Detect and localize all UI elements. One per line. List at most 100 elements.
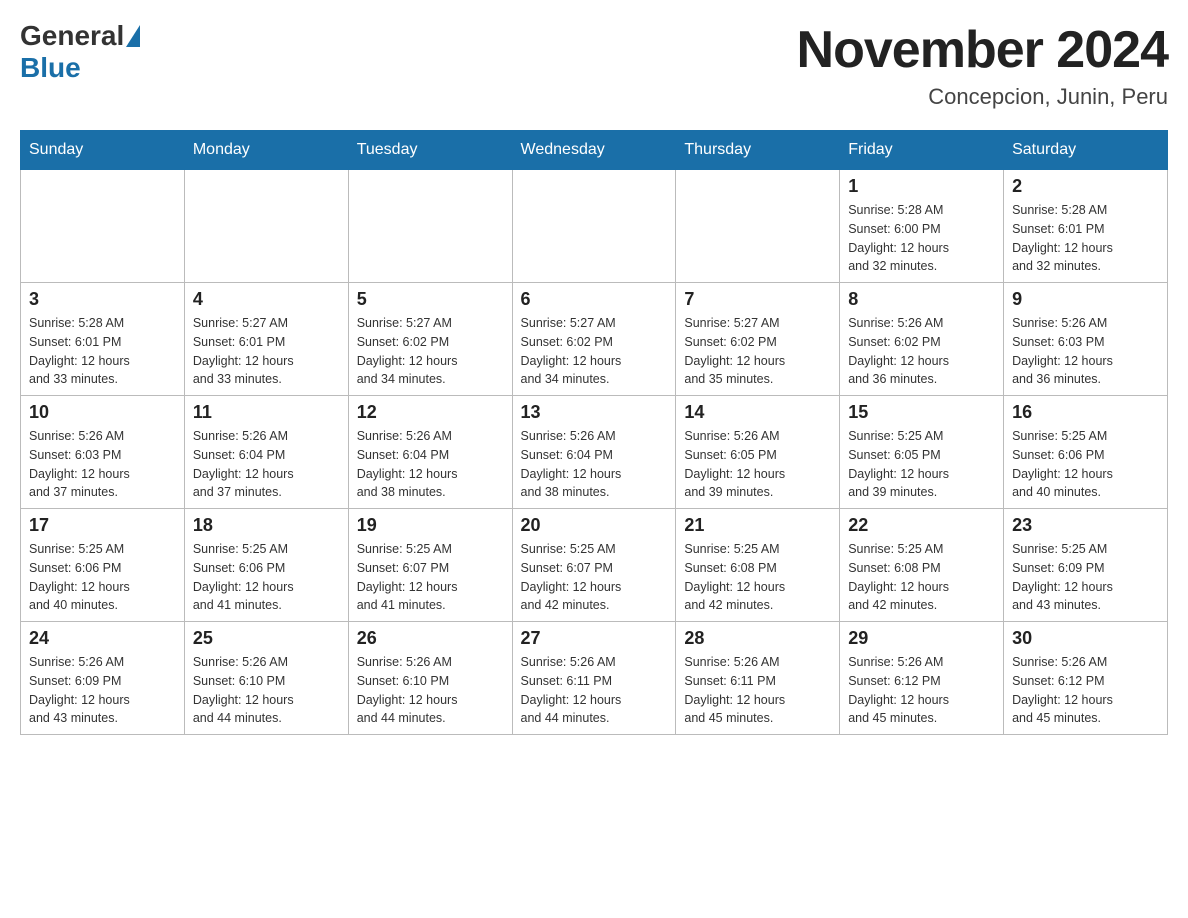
day-number: 11 xyxy=(193,402,340,423)
day-info: Sunrise: 5:26 AMSunset: 6:10 PMDaylight:… xyxy=(357,653,504,728)
logo-blue: Blue xyxy=(20,52,81,84)
day-number: 3 xyxy=(29,289,176,310)
calendar-cell: 10 Sunrise: 5:26 AMSunset: 6:03 PMDayligh… xyxy=(21,396,185,509)
day-number: 20 xyxy=(521,515,668,536)
weekday-header-wednesday: Wednesday xyxy=(512,131,676,170)
calendar-cell: 28Sunrise: 5:26 AMSunset: 6:11 PMDayligh… xyxy=(676,622,840,735)
calendar-cell: 12Sunrise: 5:26 AMSunset: 6:04 PMDayligh… xyxy=(348,396,512,509)
day-info: Sunrise: 5:26 AMSunset: 6:12 PMDaylight:… xyxy=(848,653,995,728)
calendar-cell: 29Sunrise: 5:26 AMSunset: 6:12 PMDayligh… xyxy=(840,622,1004,735)
week-row-2: 3Sunrise: 5:28 AMSunset: 6:01 PMDaylight… xyxy=(21,283,1168,396)
day-info: Sunrise: 5:27 AMSunset: 6:01 PMDaylight:… xyxy=(193,314,340,389)
week-row-4: 17 Sunrise: 5:25 AMSunset: 6:06 PMDayligh… xyxy=(21,509,1168,622)
title-section: November 2024 Concepcion, Junin, Peru xyxy=(797,20,1168,110)
calendar-cell xyxy=(676,170,840,283)
calendar-cell: 21 Sunrise: 5:25 AMSunset: 6:08 PMDayligh… xyxy=(676,509,840,622)
calendar-cell xyxy=(348,170,512,283)
day-info: Sunrise: 5:25 AMSunset: 6:06 PMDaylight:… xyxy=(193,540,340,615)
day-number: 21 xyxy=(684,515,831,536)
day-number: 25 xyxy=(193,628,340,649)
day-info: Sunrise: 5:25 AMSunset: 6:09 PMDaylight:… xyxy=(1012,540,1159,615)
calendar-cell: 4 Sunrise: 5:27 AMSunset: 6:01 PMDaylight… xyxy=(184,283,348,396)
week-row-1: 1 Sunrise: 5:28 AMSunset: 6:00 PMDaylight… xyxy=(21,170,1168,283)
day-number: 6 xyxy=(521,289,668,310)
day-info: Sunrise: 5:25 AMSunset: 6:07 PMDaylight:… xyxy=(521,540,668,615)
day-info: Sunrise: 5:26 AMSunset: 6:03 PMDaylight:… xyxy=(29,427,176,502)
weekday-header-row: SundayMondayTuesdayWednesdayThursdayFrid… xyxy=(21,131,1168,170)
calendar-cell: 9 Sunrise: 5:26 AMSunset: 6:03 PMDaylight… xyxy=(1004,283,1168,396)
month-title: November 2024 xyxy=(797,20,1168,80)
logo-general: General xyxy=(20,20,124,52)
day-number: 27 xyxy=(521,628,668,649)
day-info: Sunrise: 5:26 AMSunset: 6:04 PMDaylight:… xyxy=(193,427,340,502)
calendar-cell: 23Sunrise: 5:25 AMSunset: 6:09 PMDayligh… xyxy=(1004,509,1168,622)
day-number: 9 xyxy=(1012,289,1159,310)
day-number: 1 xyxy=(848,176,995,197)
calendar-cell: 18 Sunrise: 5:25 AMSunset: 6:06 PMDayligh… xyxy=(184,509,348,622)
day-info: Sunrise: 5:26 AMSunset: 6:11 PMDaylight:… xyxy=(521,653,668,728)
day-number: 10 xyxy=(29,402,176,423)
calendar-cell xyxy=(512,170,676,283)
day-info: Sunrise: 5:27 AMSunset: 6:02 PMDaylight:… xyxy=(357,314,504,389)
day-info: Sunrise: 5:25 AMSunset: 6:06 PMDaylight:… xyxy=(29,540,176,615)
weekday-header-sunday: Sunday xyxy=(21,131,185,170)
calendar-cell xyxy=(21,170,185,283)
day-number: 15 xyxy=(848,402,995,423)
day-number: 19 xyxy=(357,515,504,536)
calendar-cell: 14 Sunrise: 5:26 AMSunset: 6:05 PMDayligh… xyxy=(676,396,840,509)
calendar-cell: 25 Sunrise: 5:26 AMSunset: 6:10 PMDayligh… xyxy=(184,622,348,735)
day-number: 7 xyxy=(684,289,831,310)
day-info: Sunrise: 5:28 AMSunset: 6:01 PMDaylight:… xyxy=(1012,201,1159,276)
calendar-cell: 20 Sunrise: 5:25 AMSunset: 6:07 PMDayligh… xyxy=(512,509,676,622)
calendar-cell: 5 Sunrise: 5:27 AMSunset: 6:02 PMDaylight… xyxy=(348,283,512,396)
calendar-cell: 19 Sunrise: 5:25 AMSunset: 6:07 PMDayligh… xyxy=(348,509,512,622)
day-number: 12 xyxy=(357,402,504,423)
day-info: Sunrise: 5:25 AMSunset: 6:05 PMDaylight:… xyxy=(848,427,995,502)
day-number: 18 xyxy=(193,515,340,536)
calendar-cell: 13 Sunrise: 5:26 AMSunset: 6:04 PMDayligh… xyxy=(512,396,676,509)
calendar-cell: 26Sunrise: 5:26 AMSunset: 6:10 PMDayligh… xyxy=(348,622,512,735)
week-row-5: 24Sunrise: 5:26 AMSunset: 6:09 PMDayligh… xyxy=(21,622,1168,735)
calendar-cell: 16Sunrise: 5:25 AMSunset: 6:06 PMDayligh… xyxy=(1004,396,1168,509)
calendar-cell: 30Sunrise: 5:26 AMSunset: 6:12 PMDayligh… xyxy=(1004,622,1168,735)
day-info: Sunrise: 5:26 AMSunset: 6:10 PMDaylight:… xyxy=(193,653,340,728)
weekday-header-friday: Friday xyxy=(840,131,1004,170)
day-info: Sunrise: 5:26 AMSunset: 6:03 PMDaylight:… xyxy=(1012,314,1159,389)
day-number: 4 xyxy=(193,289,340,310)
calendar-table: SundayMondayTuesdayWednesdayThursdayFrid… xyxy=(20,130,1168,735)
day-info: Sunrise: 5:25 AMSunset: 6:07 PMDaylight:… xyxy=(357,540,504,615)
day-number: 24 xyxy=(29,628,176,649)
weekday-header-monday: Monday xyxy=(184,131,348,170)
calendar-cell: 2Sunrise: 5:28 AMSunset: 6:01 PMDaylight… xyxy=(1004,170,1168,283)
day-info: Sunrise: 5:25 AMSunset: 6:06 PMDaylight:… xyxy=(1012,427,1159,502)
day-info: Sunrise: 5:27 AMSunset: 6:02 PMDaylight:… xyxy=(684,314,831,389)
logo-triangle-icon xyxy=(126,25,140,47)
day-number: 5 xyxy=(357,289,504,310)
day-info: Sunrise: 5:25 AMSunset: 6:08 PMDaylight:… xyxy=(684,540,831,615)
weekday-header-tuesday: Tuesday xyxy=(348,131,512,170)
calendar-cell: 3Sunrise: 5:28 AMSunset: 6:01 PMDaylight… xyxy=(21,283,185,396)
calendar-cell: 11 Sunrise: 5:26 AMSunset: 6:04 PMDayligh… xyxy=(184,396,348,509)
page-header: General Blue November 2024 Concepcion, J… xyxy=(20,20,1168,110)
day-number: 13 xyxy=(521,402,668,423)
logo: General Blue xyxy=(20,20,142,84)
day-number: 17 xyxy=(29,515,176,536)
calendar-cell: 27 Sunrise: 5:26 AMSunset: 6:11 PMDayligh… xyxy=(512,622,676,735)
day-info: Sunrise: 5:26 AMSunset: 6:05 PMDaylight:… xyxy=(684,427,831,502)
weekday-header-thursday: Thursday xyxy=(676,131,840,170)
calendar-cell: 17 Sunrise: 5:25 AMSunset: 6:06 PMDayligh… xyxy=(21,509,185,622)
day-info: Sunrise: 5:26 AMSunset: 6:12 PMDaylight:… xyxy=(1012,653,1159,728)
day-number: 22 xyxy=(848,515,995,536)
day-number: 14 xyxy=(684,402,831,423)
calendar-cell: 15 Sunrise: 5:25 AMSunset: 6:05 PMDayligh… xyxy=(840,396,1004,509)
day-number: 8 xyxy=(848,289,995,310)
week-row-3: 10 Sunrise: 5:26 AMSunset: 6:03 PMDayligh… xyxy=(21,396,1168,509)
location-subtitle: Concepcion, Junin, Peru xyxy=(797,84,1168,110)
calendar-cell xyxy=(184,170,348,283)
calendar-cell: 6 Sunrise: 5:27 AMSunset: 6:02 PMDaylight… xyxy=(512,283,676,396)
calendar-cell: 24Sunrise: 5:26 AMSunset: 6:09 PMDayligh… xyxy=(21,622,185,735)
calendar-cell: 22Sunrise: 5:25 AMSunset: 6:08 PMDayligh… xyxy=(840,509,1004,622)
day-info: Sunrise: 5:26 AMSunset: 6:04 PMDaylight:… xyxy=(521,427,668,502)
day-info: Sunrise: 5:27 AMSunset: 6:02 PMDaylight:… xyxy=(521,314,668,389)
day-info: Sunrise: 5:28 AMSunset: 6:00 PMDaylight:… xyxy=(848,201,995,276)
